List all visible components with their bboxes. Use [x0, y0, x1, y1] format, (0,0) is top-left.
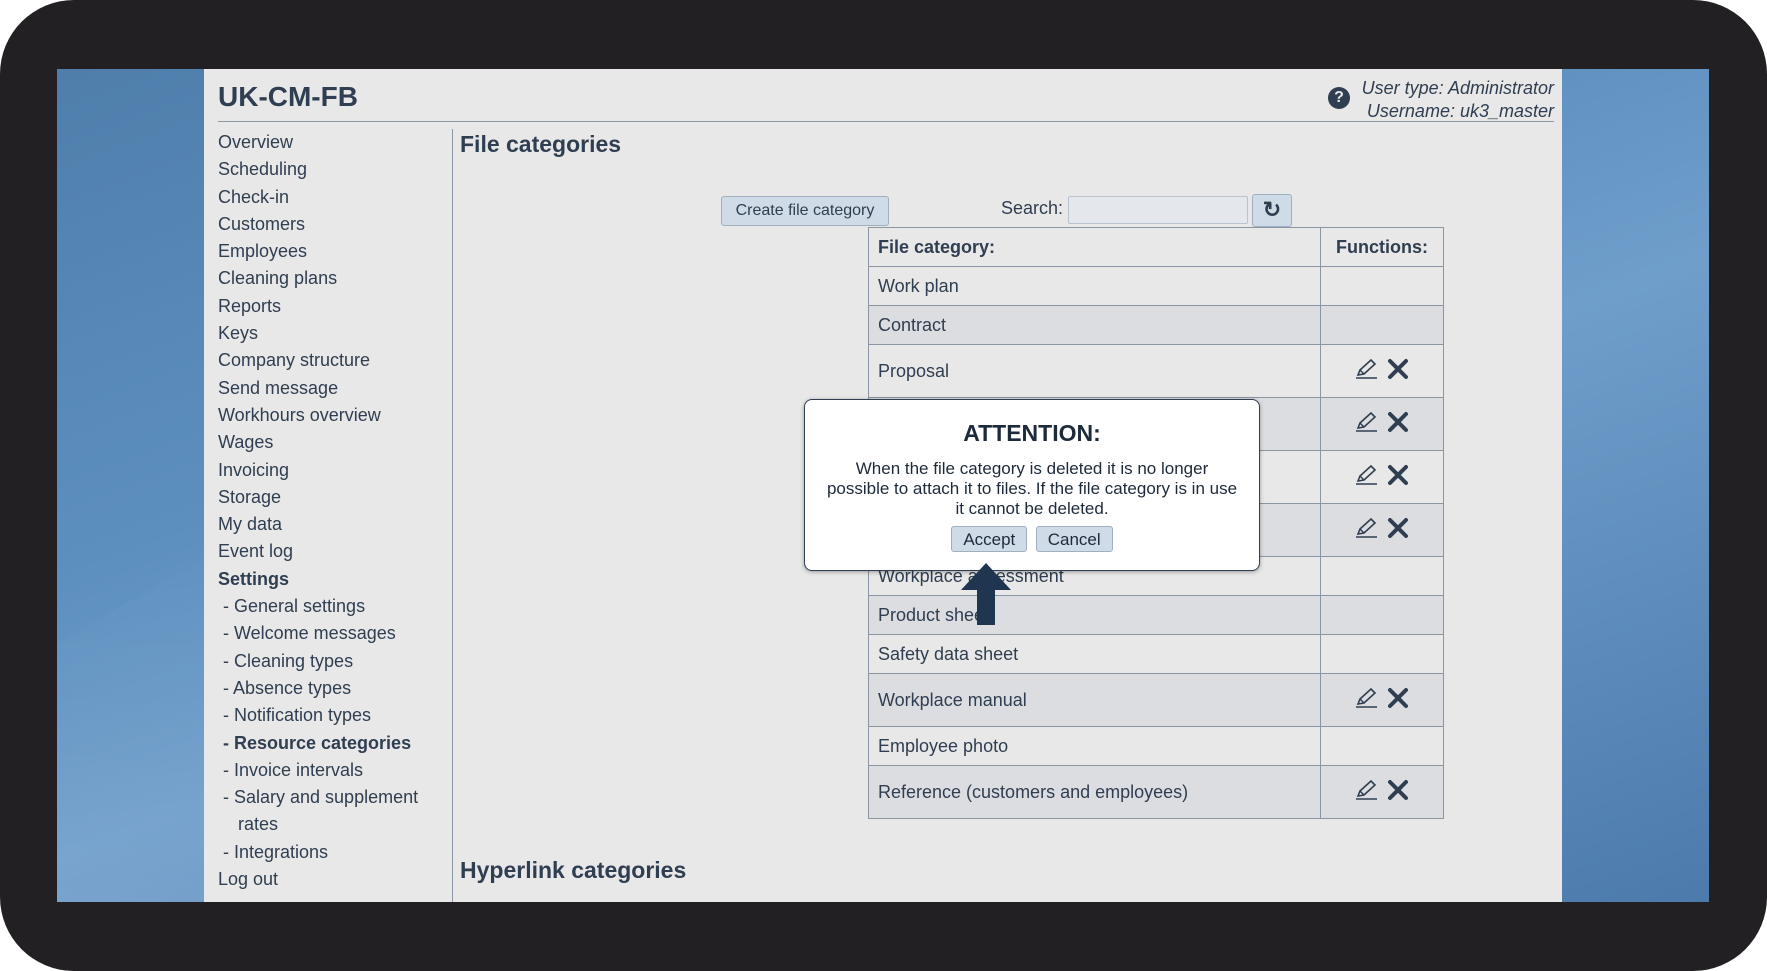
column-header-functions: Functions:	[1320, 227, 1444, 267]
user-info: User type: Administrator Username: uk3_m…	[1362, 77, 1554, 123]
sidebar-item-notification-types[interactable]: - Notification types	[218, 702, 438, 729]
table-header-row: File category: Functions:	[868, 227, 1444, 267]
sidebar-item-customers[interactable]: Customers	[218, 211, 438, 238]
file-category-name: Work plan	[868, 266, 1321, 306]
file-category-name: Proposal	[868, 344, 1321, 398]
sidebar-item-log-out[interactable]: Log out	[218, 866, 438, 893]
sidebar-item-welcome-messages[interactable]: - Welcome messages	[218, 620, 438, 647]
desktop-background: UK-CM-FB ? User type: Administrator User…	[57, 69, 1709, 902]
delete-cross-icon[interactable]	[1387, 517, 1409, 544]
delete-cross-icon[interactable]	[1387, 411, 1409, 438]
sidebar-item-resource-categories[interactable]: - Resource categories	[218, 730, 438, 757]
row-functions	[1320, 450, 1444, 504]
edit-pencil-icon[interactable]	[1355, 358, 1379, 385]
sidebar-item-employees[interactable]: Employees	[218, 238, 438, 265]
row-functions	[1320, 556, 1444, 596]
row-functions	[1320, 673, 1444, 727]
username: Username: uk3_master	[1366, 101, 1554, 121]
sidebar: Overview Scheduling Check-in Customers E…	[218, 129, 438, 893]
edit-pencil-icon[interactable]	[1355, 464, 1379, 491]
app-title: UK-CM-FB	[218, 81, 358, 112]
sidebar-item-scheduling[interactable]: Scheduling	[218, 156, 438, 183]
row-functions	[1320, 397, 1444, 451]
sidebar-item-settings[interactable]: Settings	[218, 566, 438, 593]
row-functions	[1320, 305, 1444, 345]
row-functions	[1320, 765, 1444, 819]
sidebar-item-my-data[interactable]: My data	[218, 511, 438, 538]
column-header-file-category: File category:	[868, 227, 1321, 267]
dialog-buttons: Accept Cancel	[805, 526, 1259, 552]
table-row: Safety data sheet	[868, 634, 1444, 674]
sidebar-item-general-settings[interactable]: - General settings	[218, 593, 438, 620]
create-file-category-button[interactable]: Create file category	[721, 196, 889, 226]
edit-pencil-icon[interactable]	[1355, 517, 1379, 544]
device-frame: UK-CM-FB ? User type: Administrator User…	[0, 0, 1767, 971]
delete-cross-icon[interactable]	[1387, 687, 1409, 714]
delete-cross-icon[interactable]	[1387, 358, 1409, 385]
question-circle-icon[interactable]: ?	[1328, 87, 1350, 109]
file-category-name: Contract	[868, 305, 1321, 345]
table-row: Work plan	[868, 266, 1444, 306]
sidebar-divider	[452, 129, 453, 902]
user-type: User type: Administrator	[1361, 78, 1554, 98]
row-functions	[1320, 726, 1444, 766]
file-category-name: Workplace manual	[868, 673, 1321, 727]
refresh-icon: ↻	[1262, 197, 1282, 222]
file-category-name: Product sheet	[868, 595, 1321, 635]
table-row: Proposal	[868, 344, 1444, 398]
delete-cross-icon[interactable]	[1387, 464, 1409, 491]
sidebar-item-send-message[interactable]: Send message	[218, 375, 438, 402]
sidebar-item-invoice-intervals[interactable]: - Invoice intervals	[218, 757, 438, 784]
table-row: Product sheet	[868, 595, 1444, 635]
pointer-arrow-icon	[961, 563, 1011, 625]
row-functions	[1320, 344, 1444, 398]
page-title: File categories	[460, 131, 622, 157]
hyperlink-categories-title: Hyperlink categories	[460, 857, 687, 883]
sidebar-item-cleaning-types[interactable]: - Cleaning types	[218, 648, 438, 675]
sidebar-item-reports[interactable]: Reports	[218, 293, 438, 320]
accept-button[interactable]: Accept	[951, 526, 1028, 552]
row-functions	[1320, 634, 1444, 674]
sidebar-item-event-log[interactable]: Event log	[218, 538, 438, 565]
edit-pencil-icon[interactable]	[1355, 411, 1379, 438]
row-functions	[1320, 595, 1444, 635]
table-row: Employee photo	[868, 726, 1444, 766]
sidebar-item-cleaning-plans[interactable]: Cleaning plans	[218, 265, 438, 292]
file-category-name: Employee photo	[868, 726, 1321, 766]
edit-pencil-icon[interactable]	[1355, 687, 1379, 714]
sidebar-item-check-in[interactable]: Check-in	[218, 184, 438, 211]
dialog-message: When the file category is deleted it is …	[826, 459, 1238, 518]
row-functions	[1320, 503, 1444, 557]
sidebar-item-workhours-overview[interactable]: Workhours overview	[218, 402, 438, 429]
sidebar-item-integrations[interactable]: - Integrations	[218, 839, 438, 866]
sidebar-item-keys[interactable]: Keys	[218, 320, 438, 347]
header-divider	[218, 121, 1554, 122]
app-window: UK-CM-FB ? User type: Administrator User…	[204, 69, 1562, 902]
row-functions	[1320, 266, 1444, 306]
sidebar-item-wages[interactable]: Wages	[218, 429, 438, 456]
dialog-title: ATTENTION:	[963, 420, 1101, 446]
sidebar-item-company-structure[interactable]: Company structure	[218, 347, 438, 374]
sidebar-item-overview[interactable]: Overview	[218, 129, 438, 156]
search-input[interactable]	[1068, 196, 1248, 224]
edit-pencil-icon[interactable]	[1355, 779, 1379, 806]
cancel-button[interactable]: Cancel	[1035, 526, 1113, 552]
table-row: Contract	[868, 305, 1444, 345]
refresh-button[interactable]: ↻	[1252, 194, 1292, 227]
delete-cross-icon[interactable]	[1387, 779, 1409, 806]
table-row: Reference (customers and employees)	[868, 765, 1444, 819]
search-label: Search:	[1001, 198, 1064, 218]
sidebar-item-absence-types[interactable]: - Absence types	[218, 675, 438, 702]
attention-dialog: ATTENTION: When the file category is del…	[804, 399, 1260, 571]
table-row: Workplace manual	[868, 673, 1444, 727]
file-category-name: Reference (customers and employees)	[868, 765, 1321, 819]
sidebar-item-storage[interactable]: Storage	[218, 484, 438, 511]
sidebar-item-salary-rates[interactable]: - Salary and supplement rates	[218, 784, 438, 839]
file-category-name: Safety data sheet	[868, 634, 1321, 674]
sidebar-item-invoicing[interactable]: Invoicing	[218, 457, 438, 484]
